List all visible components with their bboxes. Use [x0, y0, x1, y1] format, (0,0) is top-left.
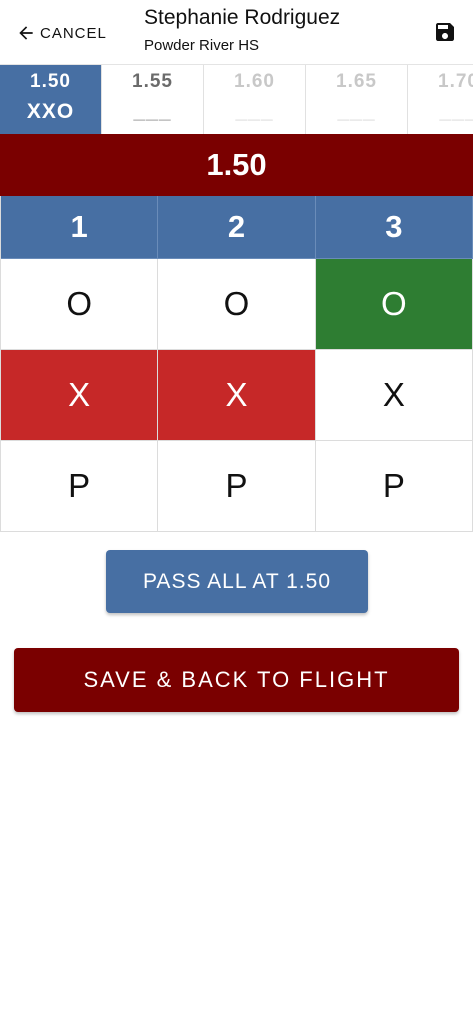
- attempt-2-x-button[interactable]: X: [158, 350, 316, 441]
- attempt-column-1: 1: [1, 196, 159, 259]
- attempt-3-x-button[interactable]: X: [315, 350, 473, 441]
- attempt-column-3: 3: [315, 196, 473, 259]
- floppy-disk-icon[interactable]: [433, 20, 457, 44]
- arrow-left-icon: [19, 26, 33, 40]
- attempt-1-o-button[interactable]: O: [1, 259, 159, 350]
- athlete-school: Powder River HS: [144, 37, 260, 54]
- attempt-row-p: PPP: [1, 441, 473, 532]
- height-tab-result: ___: [133, 100, 172, 123]
- height-tab-result: ___: [337, 100, 376, 123]
- height-tab-1-70[interactable]: 1.70 ___: [408, 65, 473, 134]
- height-tab-value: 1.50: [30, 71, 71, 92]
- height-tab-value: 1.55: [132, 71, 173, 92]
- height-tab-1-60[interactable]: 1.60 ___: [204, 65, 306, 134]
- current-height-banner: 1.50: [0, 134, 473, 196]
- cancel-button[interactable]: CANCEL: [16, 20, 107, 46]
- pass-all-button[interactable]: PASS ALL AT 1.50: [106, 550, 368, 613]
- cancel-label: CANCEL: [40, 24, 107, 42]
- app-header: CANCEL Stephanie Rodriguez Powder River …: [0, 0, 473, 64]
- height-tab-1-65[interactable]: 1.65 ___: [306, 65, 408, 134]
- attempt-row-o: OOO: [1, 259, 473, 350]
- athlete-name: Stephanie Rodriguez: [144, 6, 341, 29]
- height-tab-value: 1.70: [438, 71, 473, 92]
- attempt-2-o-button[interactable]: O: [158, 259, 316, 350]
- height-tab-result: ___: [439, 100, 473, 123]
- height-tab-value: 1.60: [234, 71, 275, 92]
- save-back-button[interactable]: SAVE & BACK TO FLIGHT: [14, 648, 459, 712]
- height-tab-1-55[interactable]: 1.55 ___: [102, 65, 204, 134]
- attempt-1-x-button[interactable]: X: [1, 350, 159, 441]
- height-tab-1-50[interactable]: 1.50 XXO: [0, 65, 102, 134]
- height-tab-result: ___: [235, 100, 274, 123]
- attempt-1-p-button[interactable]: P: [1, 441, 159, 532]
- attempts-grid: 123 OOOXXXPPP: [0, 196, 473, 532]
- height-tabs[interactable]: 1.50 XXO 1.55 ___ 1.60 ___ 1.65 ___ 1.70 ___: [0, 64, 473, 134]
- attempt-2-p-button[interactable]: P: [158, 441, 316, 532]
- attempt-3-o-button[interactable]: O: [315, 259, 473, 350]
- height-tab-value: 1.65: [336, 71, 377, 92]
- attempt-3-p-button[interactable]: P: [315, 441, 473, 532]
- height-tab-result: XXO: [26, 100, 75, 123]
- attempt-column-2: 2: [158, 196, 316, 259]
- attempts-header-row: 123: [1, 196, 473, 259]
- attempt-row-x: XXX: [1, 350, 473, 441]
